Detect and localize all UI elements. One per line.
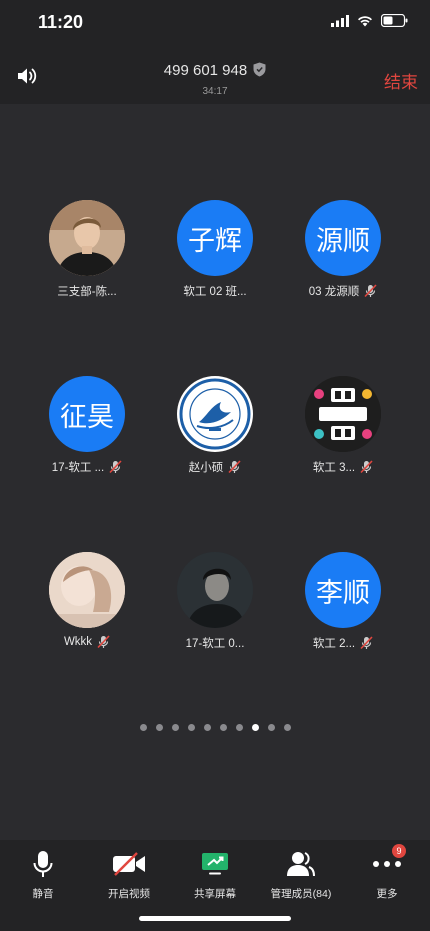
meeting-header: 499 601 948 34:17 结束 (0, 46, 430, 104)
page-dot[interactable] (267, 724, 275, 731)
page-dot[interactable] (219, 724, 227, 731)
participant-avatar (177, 376, 253, 452)
share-screen-button[interactable]: 共享屏幕 (172, 850, 258, 901)
share-screen-label: 共享屏幕 (194, 888, 236, 900)
shield-icon (253, 62, 266, 77)
mic-off-icon (360, 460, 373, 474)
participant-avatar (305, 376, 381, 452)
manage-members-label: 管理成员(84) (270, 888, 332, 900)
participant-tile[interactable]: 李顺 软工 2... (278, 552, 408, 651)
manage-members-button[interactable]: 管理成员(84) (258, 850, 344, 901)
more-button[interactable]: 9 更多 (344, 844, 430, 901)
status-bar: 11:20 (0, 0, 430, 46)
start-video-label: 开启视频 (108, 888, 150, 900)
page-dot[interactable] (171, 724, 179, 731)
participant-avatar: 李顺 (305, 552, 381, 628)
microphone-icon (33, 851, 53, 877)
mute-label: 静音 (32, 888, 54, 900)
participant-name: Wkkk (63, 636, 93, 648)
mute-button[interactable]: 静音 (0, 850, 86, 901)
mic-off-icon (109, 460, 122, 474)
participant-tile[interactable]: 征昊 17-软工 ... (22, 376, 152, 475)
mic-off-icon (360, 636, 373, 650)
status-icons (331, 14, 408, 27)
participant-avatar: 征昊 (49, 376, 125, 452)
page-dot[interactable] (235, 724, 243, 731)
participant-name-row: 软工 02 班... (150, 283, 280, 299)
participant-name-row: 软工 3... (278, 459, 408, 475)
participant-name-row: 三支部-陈... (22, 283, 152, 299)
participant-name: 三支部-陈... (57, 286, 117, 298)
participant-name: 03 龙源顺 (308, 286, 360, 298)
home-indicator[interactable] (139, 916, 291, 921)
page-dot[interactable] (139, 724, 147, 731)
participant-avatar: 子辉 (177, 200, 253, 276)
participant-tile[interactable]: 软工 3... (278, 376, 408, 475)
participant-avatar: 源顺 (305, 200, 381, 276)
members-icon (287, 852, 315, 877)
more-label: 更多 (376, 888, 398, 900)
avatar-initials: 征昊 (60, 401, 114, 432)
mic-off-icon (228, 460, 241, 474)
battery-icon (381, 14, 408, 27)
participant-name: 赵小硕 (188, 462, 224, 474)
meeting-id: 499 601 948 (163, 62, 248, 79)
participant-name: 软工 2... (312, 638, 356, 650)
meeting-duration: 34:17 (202, 86, 228, 97)
mic-off-icon (364, 284, 377, 298)
participant-tile[interactable]: 源顺 03 龙源顺 (278, 200, 408, 299)
page-dot[interactable] (203, 724, 211, 731)
man-portrait-icon (49, 200, 125, 276)
more-badge: 9 (392, 844, 406, 858)
participant-name-row: Wkkk (22, 635, 152, 649)
participant-avatar (49, 200, 125, 276)
participant-name: 软工 3... (312, 462, 356, 474)
video-off-icon (113, 852, 145, 876)
participant-tile[interactable]: 子辉 软工 02 班... (150, 200, 280, 299)
page-dot[interactable] (155, 724, 163, 731)
participant-tile[interactable]: 17-软工 0... (150, 552, 280, 651)
participant-name: 17-软工 0... (185, 638, 245, 650)
page-indicator[interactable] (0, 724, 430, 731)
avatar-initials: 源顺 (316, 225, 370, 256)
participant-tile[interactable]: 赵小硕 (150, 376, 280, 475)
end-meeting-button[interactable]: 结束 (384, 68, 418, 93)
participant-name-row: 17-软工 ... (22, 459, 152, 475)
mic-off-icon (97, 635, 110, 649)
participant-name-row: 软工 2... (278, 635, 408, 651)
photo-avatar-icon (49, 552, 125, 628)
signal-icon (331, 14, 349, 27)
avatar-initials: 李顺 (316, 577, 370, 608)
participant-avatar (177, 552, 253, 628)
participant-tile[interactable]: 三支部-陈... (22, 200, 152, 299)
participant-avatar (49, 552, 125, 628)
wifi-icon (358, 15, 372, 26)
go-sports-go-logo-icon (305, 376, 381, 452)
avatar-initials: 子辉 (188, 225, 242, 256)
participant-tile[interactable]: Wkkk (22, 552, 152, 649)
page-dot[interactable] (187, 724, 195, 731)
meeting-id-row[interactable]: 499 601 948 (0, 62, 430, 79)
status-time: 11:20 (38, 12, 84, 32)
share-screen-icon (202, 853, 228, 875)
page-dot[interactable] (251, 724, 259, 731)
participant-name-row: 赵小硕 (150, 459, 280, 475)
participant-name: 17-软工 ... (51, 462, 105, 474)
more-icon (373, 861, 401, 867)
page-dot[interactable] (283, 724, 291, 731)
participant-name-row: 03 龙源顺 (278, 283, 408, 299)
participant-name: 软工 02 班... (183, 286, 247, 298)
participant-name-row: 17-软工 0... (150, 635, 280, 651)
start-video-button[interactable]: 开启视频 (86, 850, 172, 901)
university-seal-icon (178, 377, 252, 451)
dark-portrait-icon (177, 552, 253, 628)
